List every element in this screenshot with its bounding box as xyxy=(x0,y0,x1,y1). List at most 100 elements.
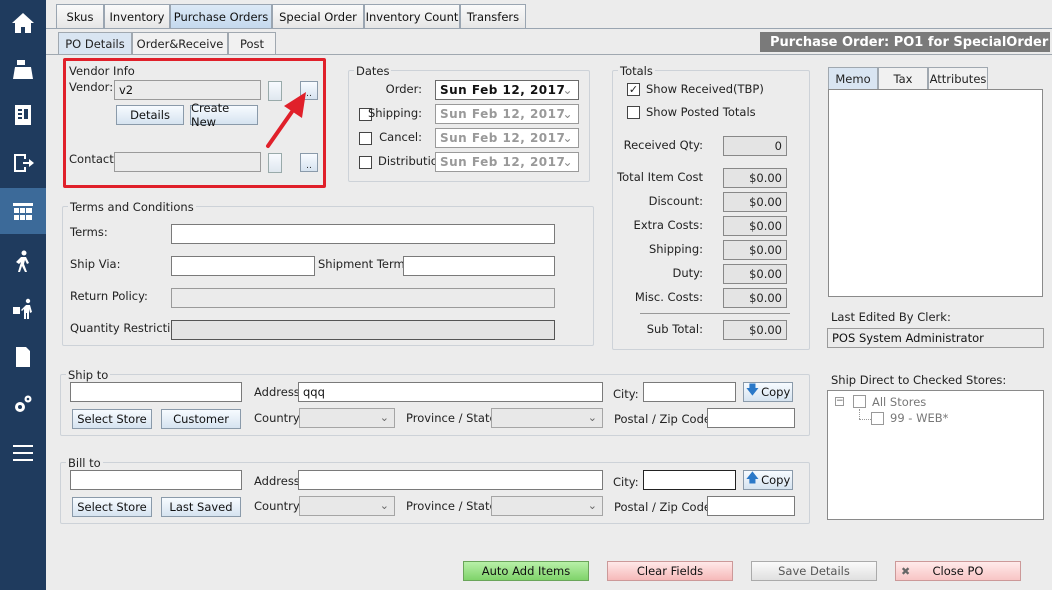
vendor-details-button[interactable]: Details xyxy=(116,105,184,125)
ship-to-country-select[interactable]: ⌄ xyxy=(299,408,395,428)
all-stores-checkbox[interactable] xyxy=(853,395,866,408)
tab-special-order[interactable]: Special Order xyxy=(272,4,364,28)
return-policy-input[interactable] xyxy=(171,288,555,308)
cancel-date-value: Sun Feb 12, 2017 xyxy=(440,131,566,145)
tab-inventory[interactable]: Inventory xyxy=(104,4,170,28)
nav-reports[interactable] xyxy=(0,334,46,380)
terms-input[interactable] xyxy=(171,224,555,244)
ship-direct-label: Ship Direct to Checked Stores: xyxy=(831,373,1007,387)
quantity-restriction-input[interactable] xyxy=(171,320,555,340)
show-posted-checkbox[interactable] xyxy=(627,106,640,119)
cancel-date-picker[interactable]: Sun Feb 12, 2017 ⌄ xyxy=(435,128,579,148)
nav-home[interactable] xyxy=(0,0,46,46)
total-item-cost-label: Total Item Cost xyxy=(617,170,703,184)
subtab-po-details[interactable]: PO Details xyxy=(58,32,132,54)
distribution-date-value: Sun Feb 12, 2017 xyxy=(440,155,566,169)
bill-to-province-select[interactable]: ⌄ xyxy=(491,496,603,516)
misc-costs-label: Misc. Costs: xyxy=(634,290,703,304)
tab-transfers[interactable]: Transfers xyxy=(460,4,526,28)
bill-to-copy-button[interactable]: 🡅 Copy xyxy=(743,470,793,490)
ship-to-copy-button[interactable]: 🡇 Copy xyxy=(743,382,793,402)
bill-to-postal-input[interactable] xyxy=(707,496,795,516)
totals-label: Totals xyxy=(618,64,655,78)
distribution-date-checkbox[interactable] xyxy=(359,156,372,169)
save-details-button[interactable]: Save Details xyxy=(751,561,877,581)
vendor-field[interactable]: v2 xyxy=(114,80,261,100)
contact-clear-button[interactable] xyxy=(268,153,282,173)
tab-tax[interactable]: Tax xyxy=(878,67,928,89)
delivery-icon xyxy=(13,298,32,319)
duty-label: Duty: xyxy=(672,266,704,280)
nav-customers[interactable] xyxy=(0,238,46,284)
exit-icon xyxy=(14,154,34,172)
tab-purchase-orders[interactable]: Purchase Orders xyxy=(170,4,272,28)
ship-to-city-input[interactable] xyxy=(643,382,736,402)
ship-to-select-store-button[interactable]: Select Store xyxy=(72,409,152,429)
nav-settings[interactable] xyxy=(0,382,46,428)
terms-group-label: Terms and Conditions xyxy=(68,200,196,214)
all-stores-label: All Stores xyxy=(872,395,927,409)
discount-label: Discount: xyxy=(648,194,703,208)
reports-icon xyxy=(16,347,30,367)
sidebar xyxy=(0,0,46,590)
nav-delivery[interactable] xyxy=(0,286,46,332)
check-icon: ✓ xyxy=(628,83,639,96)
nav-receipt[interactable] xyxy=(0,92,46,138)
tab-skus[interactable]: Skus xyxy=(56,4,104,28)
show-received-checkbox[interactable]: ✓ xyxy=(627,83,640,96)
ship-to-address-input[interactable]: qqq xyxy=(298,382,603,402)
bill-to-select-store-button[interactable]: Select Store xyxy=(72,497,152,517)
store-web-label: 99 - WEB* xyxy=(890,411,949,425)
nav-register[interactable] xyxy=(0,46,46,92)
ship-to-label: Ship to xyxy=(66,368,111,382)
dates-label: Dates xyxy=(354,64,392,78)
ship-to-name-input[interactable] xyxy=(70,382,242,402)
tree-collapse-icon[interactable]: − xyxy=(835,397,844,406)
bill-to-address-label: Address: xyxy=(254,474,304,488)
close-po-button[interactable]: ✖ Close PO xyxy=(895,561,1021,581)
shipment-terms-label: Shipment Terms: xyxy=(318,257,415,271)
store-web-checkbox[interactable] xyxy=(871,412,884,425)
ship-to-province-select[interactable]: ⌄ xyxy=(491,408,603,428)
order-date-picker[interactable]: Sun Feb 12, 2017 ⌄ xyxy=(435,80,579,100)
chevron-down-icon: ⌄ xyxy=(587,499,597,512)
subtab-post[interactable]: Post xyxy=(228,32,276,54)
ship-to-postal-input[interactable] xyxy=(707,408,795,428)
vendor-create-new-button[interactable]: Create New xyxy=(190,101,258,129)
bill-to-name-input[interactable] xyxy=(70,470,242,490)
ship-to-province-label: Province / State: xyxy=(406,411,501,425)
bill-to-copy-label: Copy xyxy=(761,473,791,487)
tab-attributes[interactable]: Attributes xyxy=(928,67,988,89)
contact-field[interactable] xyxy=(114,152,261,172)
inventory-icon xyxy=(13,203,33,220)
menu-icon xyxy=(13,445,33,461)
shipment-terms-input[interactable] xyxy=(403,256,555,276)
chevron-down-icon: ⌄ xyxy=(587,411,597,424)
nav-exit[interactable] xyxy=(0,140,46,186)
bill-to-country-select[interactable]: ⌄ xyxy=(299,496,395,516)
bill-to-province-label: Province / State: xyxy=(406,499,501,513)
shipping-date-picker[interactable]: Sun Feb 12, 2017 ⌄ xyxy=(435,104,579,124)
nav-menu[interactable] xyxy=(0,430,46,476)
last-edited-value: POS System Administrator xyxy=(827,328,1044,348)
ship-via-input[interactable] xyxy=(171,256,315,276)
nav-inventory[interactable] xyxy=(0,188,46,234)
bill-to-city-input[interactable] xyxy=(643,470,736,490)
bill-to-label: Bill to xyxy=(66,456,103,470)
bill-to-last-saved-button[interactable]: Last Saved xyxy=(161,497,241,517)
show-posted-label: Show Posted Totals xyxy=(646,105,756,119)
order-date-label: Order: xyxy=(385,82,422,96)
bill-to-address-input[interactable] xyxy=(298,470,603,490)
auto-add-items-button[interactable]: Auto Add Items xyxy=(463,561,589,581)
tab-inventory-count[interactable]: Inventory Count xyxy=(364,4,460,28)
memo-textarea[interactable] xyxy=(828,89,1043,297)
ship-to-customer-button[interactable]: Customer xyxy=(161,409,241,429)
chevron-down-icon: ⌄ xyxy=(379,499,389,512)
contact-browse-button[interactable]: .. xyxy=(300,153,318,172)
shipping-date-label: Shipping: xyxy=(367,106,422,120)
distribution-date-picker[interactable]: Sun Feb 12, 2017 ⌄ xyxy=(435,152,579,172)
clear-fields-button[interactable]: Clear Fields xyxy=(607,561,733,581)
chevron-down-icon: ⌄ xyxy=(562,107,573,121)
tab-memo[interactable]: Memo xyxy=(828,67,878,89)
subtab-order-receive[interactable]: Order&Receive xyxy=(132,32,228,54)
